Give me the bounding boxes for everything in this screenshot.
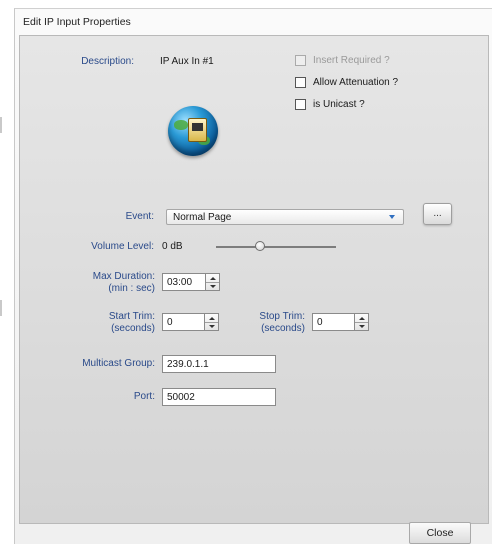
stop-trim-label: Stop Trim: (seconds)	[235, 311, 305, 335]
stop-trim-stepper	[354, 313, 369, 331]
chevron-down-icon	[389, 215, 395, 219]
event-label: Event:	[125, 211, 154, 222]
volume-level-label: Volume Level:	[91, 241, 154, 252]
stop-trim-label-line1: Stop Trim:	[259, 311, 305, 322]
allow-attenuation-label: Allow Attenuation ?	[313, 77, 399, 88]
decrement-arrow-icon[interactable]	[355, 322, 368, 330]
description-value: IP Aux In #1	[160, 56, 214, 67]
insert-required-checkbox-row[interactable]: Insert Required ?	[295, 55, 390, 66]
is-unicast-checkbox[interactable]	[295, 99, 306, 110]
stop-trim-spinner[interactable]: 0	[312, 313, 369, 331]
volume-slider-track[interactable]	[216, 246, 336, 248]
decrement-arrow-icon[interactable]	[205, 322, 218, 330]
decrement-arrow-icon[interactable]	[206, 282, 219, 290]
stop-trim-value: 0	[317, 316, 323, 328]
multicast-group-label: Multicast Group:	[82, 358, 155, 369]
start-trim-label-line1: Start Trim:	[108, 311, 155, 322]
volume-level-value: 0 dB	[162, 241, 183, 252]
port-input[interactable]: 50002	[162, 388, 276, 406]
start-trim-spinner[interactable]: 0	[162, 313, 219, 331]
multicast-group-input[interactable]: 239.0.1.1	[162, 355, 276, 373]
globe-landmass	[174, 120, 188, 130]
start-trim-stepper	[204, 313, 219, 331]
start-trim-label: Start Trim: (seconds)	[30, 311, 155, 335]
max-duration-value: 03:00	[167, 276, 193, 288]
network-plug-icon	[188, 118, 207, 142]
port-label: Port:	[133, 391, 155, 402]
close-button[interactable]: Close	[409, 522, 471, 544]
left-edge-marker	[0, 300, 2, 316]
start-trim-label-line2: (seconds)	[111, 323, 155, 334]
properties-panel: Description: IP Aux In #1 Insert Require…	[19, 35, 489, 524]
edit-ip-input-dialog: Edit IP Input Properties Description: IP…	[14, 8, 492, 544]
allow-attenuation-checkbox[interactable]	[295, 77, 306, 88]
max-duration-spinner[interactable]: 03:00	[162, 273, 220, 291]
allow-attenuation-checkbox-row[interactable]: Allow Attenuation ?	[295, 77, 398, 88]
event-select-value: Normal Page	[173, 211, 232, 223]
volume-slider-thumb[interactable]	[255, 241, 266, 251]
event-select[interactable]: Normal Page	[166, 209, 404, 225]
stop-trim-label-line2: (seconds)	[261, 323, 305, 334]
max-duration-label: Max Duration: (min : sec)	[30, 271, 155, 295]
description-label: Description:	[81, 56, 134, 67]
is-unicast-label: is Unicast ?	[313, 99, 365, 110]
start-trim-value: 0	[167, 316, 173, 328]
dialog-title: Edit IP Input Properties	[23, 16, 131, 28]
event-browse-button[interactable]: ...	[423, 203, 452, 225]
is-unicast-checkbox-row[interactable]: is Unicast ?	[295, 99, 365, 110]
max-duration-label-line1: Max Duration:	[92, 271, 155, 282]
max-duration-label-line2: (min : sec)	[108, 283, 155, 294]
left-edge-marker	[0, 117, 2, 133]
insert-required-label: Insert Required ?	[313, 55, 390, 66]
insert-required-checkbox[interactable]	[295, 55, 306, 66]
network-globe-icon	[168, 106, 218, 156]
max-duration-stepper	[205, 273, 220, 291]
